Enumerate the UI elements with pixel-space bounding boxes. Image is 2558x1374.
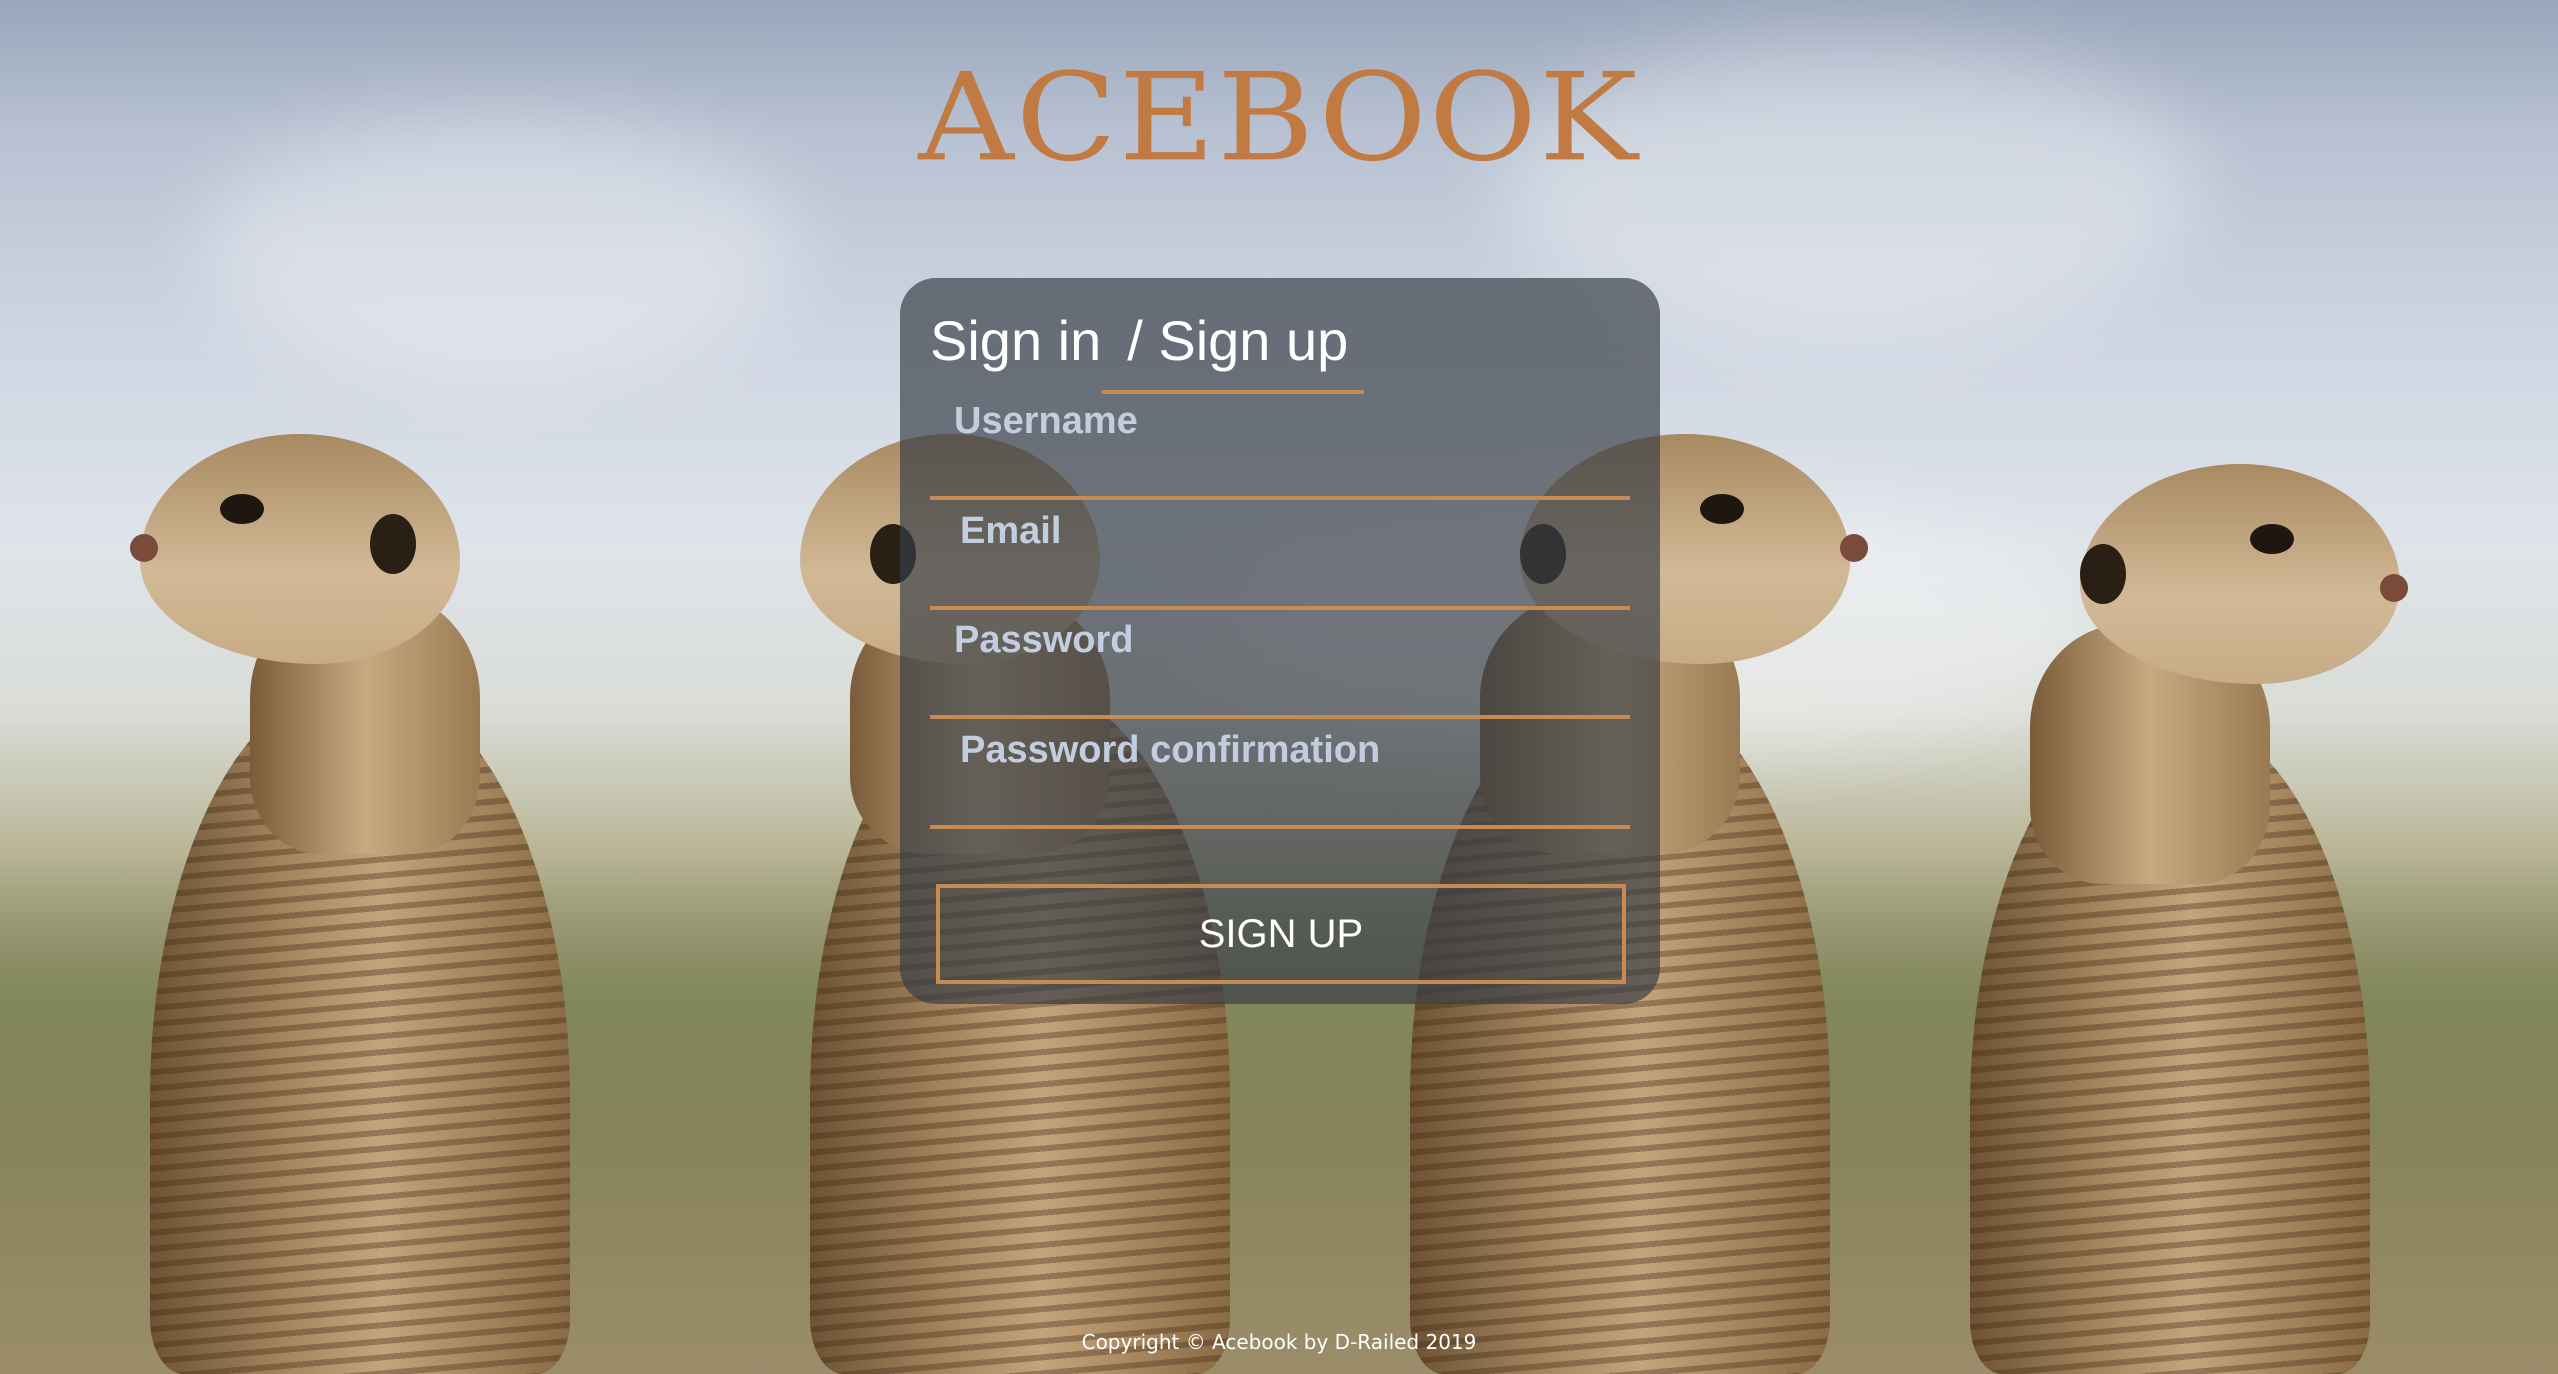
password-label: Password [954,619,1134,661]
password-input[interactable] [930,667,1630,719]
active-tab-indicator [1102,390,1364,394]
email-input[interactable] [930,558,1630,610]
page-background: ACEBOOK Sign in / Sign up Username Email … [0,0,2558,1374]
tab-sign-up[interactable]: / Sign up [1127,308,1348,373]
username-label: Username [954,400,1138,442]
auth-tabs: Sign in / Sign up [930,308,1348,373]
password-confirmation-field: Password confirmation [930,729,1630,829]
password-confirmation-input[interactable] [930,777,1630,829]
password-field: Password [930,619,1630,719]
meerkat-image-4 [1960,464,2420,1374]
username-field: Username [930,400,1630,500]
email-field: Email [930,510,1630,610]
copyright-footer: Copyright © Acebook by D-Railed 2019 [1081,1330,1477,1354]
auth-card: Sign in / Sign up Username Email Password… [900,278,1660,1004]
email-label: Email [960,510,1062,552]
username-input[interactable] [930,448,1630,500]
password-confirmation-label: Password confirmation [960,729,1381,771]
meerkat-image-1 [130,434,590,1374]
sign-up-button[interactable]: SIGN UP [936,884,1626,984]
app-logo: ACEBOOK [918,47,1640,189]
tab-sign-in[interactable]: Sign in [930,308,1101,373]
